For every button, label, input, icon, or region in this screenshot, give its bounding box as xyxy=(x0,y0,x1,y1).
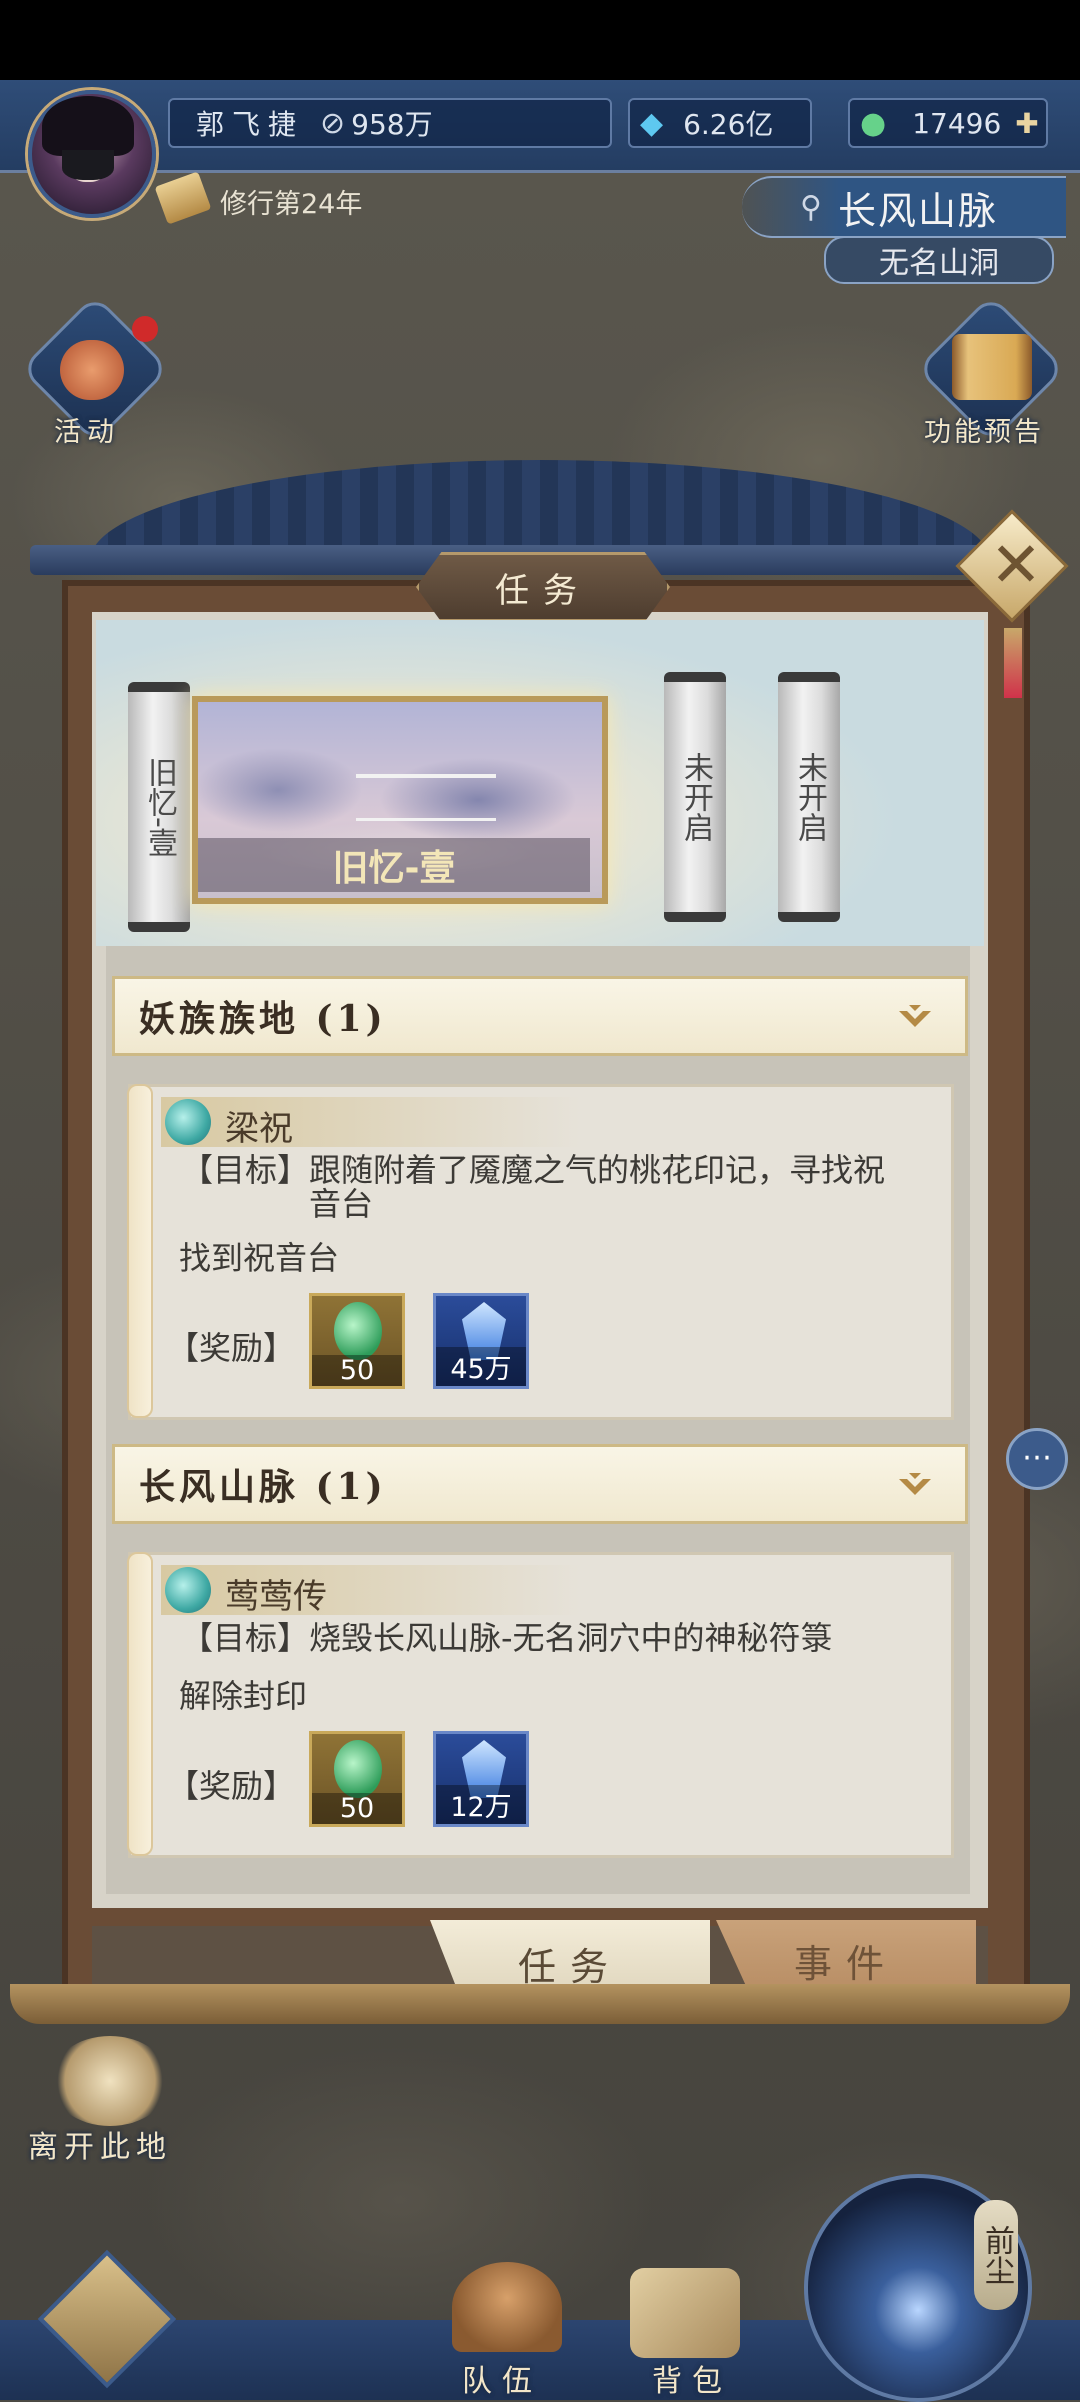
chapter-scroll-1-label: 旧忆-壹 xyxy=(142,756,177,858)
jade-value: 17496 xyxy=(912,106,1002,140)
bag-icon[interactable] xyxy=(630,2268,740,2358)
bag-label: 背包 xyxy=(652,2364,732,2399)
location-pin-icon: ⚲ xyxy=(800,189,822,225)
team-icon[interactable] xyxy=(452,2262,562,2352)
lantern-icon xyxy=(60,340,124,400)
base-beam xyxy=(10,1984,1070,2024)
quest-step: 找到祝音台 xyxy=(179,1239,340,1277)
chapter-card-label: 旧忆-壹 xyxy=(198,838,590,892)
cultivation-years: 修行第24年 xyxy=(220,189,363,220)
quest-name: 梁祝 xyxy=(225,1109,293,1149)
reward-jade[interactable]: 50 xyxy=(309,1293,405,1389)
quest-card[interactable]: 莺莺传 【目标】烧毁长风山脉-无名洞穴中的神秘符箓 解除封印 【奖励】 50 1… xyxy=(127,1552,954,1858)
chapter-scroll-1[interactable]: 旧忆-壹 xyxy=(128,682,190,932)
chevron-down-icon xyxy=(899,1005,931,1027)
location-region[interactable]: ⚲ 长风山脉 xyxy=(742,176,1066,238)
jade-icon: ● xyxy=(860,105,887,141)
reward-qty: 50 xyxy=(312,1793,402,1824)
quest-goal: 【目标】烧毁长风山脉-无名洞穴中的神秘符箓 xyxy=(181,1619,833,1657)
quest-goal: 【目标】跟随附着了魇魔之气的桃花印记，寻找祝 xyxy=(181,1151,886,1189)
crystal-icon: ◆ xyxy=(640,105,664,141)
player-name: 郭飞捷 xyxy=(196,108,305,141)
power-value: 958万 xyxy=(351,108,433,141)
card-edge xyxy=(127,1552,153,1856)
reward-qty: 12万 xyxy=(436,1785,526,1824)
quest-name-bar xyxy=(161,1097,581,1147)
jade-bar[interactable]: ● 17496 ✚ xyxy=(848,98,1048,148)
avatar-mask xyxy=(62,150,114,180)
spirit-stone-value: 6.26亿 xyxy=(683,108,774,141)
village-roofs xyxy=(356,774,496,821)
spirit-stone-bar[interactable]: ◆ 6.26亿 xyxy=(628,98,812,148)
leave-arrow-icon[interactable] xyxy=(50,2036,170,2126)
power-icon: ⊘ xyxy=(320,105,346,141)
reward-crystal[interactable]: 12万 xyxy=(433,1731,529,1827)
card-edge xyxy=(127,1084,153,1418)
reward-crystal[interactable]: 45万 xyxy=(433,1293,529,1389)
close-icon[interactable]: ✕ xyxy=(976,530,1056,600)
location-spot-label: 无名山洞 xyxy=(879,246,999,281)
leave-button[interactable]: 离开此地 xyxy=(28,2122,172,2166)
quest-card[interactable]: 梁祝 【目标】跟随附着了魇魔之气的桃花印记，寻找祝 音台 找到祝音台 【奖励】 … xyxy=(127,1084,954,1420)
chat-icon[interactable]: ⋯ xyxy=(1006,1428,1068,1490)
tassel xyxy=(1004,628,1022,698)
scroll-preview-icon xyxy=(952,334,1032,400)
location-spot[interactable]: 无名山洞 xyxy=(824,236,1054,284)
reward-qty: 45万 xyxy=(436,1347,526,1386)
player-info-bar[interactable]: 郭飞捷 ⊘ 958万 xyxy=(168,98,612,148)
location-region-label: 长风山脉 xyxy=(837,188,998,233)
reward-label: 【奖励】 xyxy=(167,1329,296,1367)
quest-name: 莺莺传 xyxy=(225,1577,327,1617)
chapter-scroll-3-label: 未开启 xyxy=(792,752,827,842)
chapter-scroll-3[interactable]: 未开启 xyxy=(778,672,840,922)
avatar-hair xyxy=(42,96,134,156)
reward-label: 【奖励】 xyxy=(167,1767,296,1805)
activity-label: 活动 xyxy=(54,417,120,448)
jade-icon xyxy=(334,1302,382,1360)
preview-label: 功能预告 xyxy=(924,417,1044,448)
quest-step: 解除封印 xyxy=(179,1677,308,1715)
category-header[interactable]: 长风山脉 (1) xyxy=(112,1444,968,1524)
category-header[interactable]: 妖族族地 (1) xyxy=(112,976,968,1056)
reward-qty: 50 xyxy=(312,1355,402,1386)
past-label[interactable]: 前尘 xyxy=(974,2200,1018,2310)
team-label: 队伍 xyxy=(462,2364,542,2399)
add-icon[interactable]: ✚ xyxy=(1015,107,1038,140)
status-bar xyxy=(0,0,1080,80)
quest-icon xyxy=(165,1567,211,1613)
jade-icon xyxy=(334,1740,382,1798)
quest-goal-cont: 音台 xyxy=(309,1185,374,1223)
category-title: 妖族族地 (1) xyxy=(139,998,387,1040)
reward-jade[interactable]: 50 xyxy=(309,1731,405,1827)
quest-name-bar xyxy=(161,1565,581,1615)
quest-icon xyxy=(165,1099,211,1145)
chevron-down-icon xyxy=(899,1473,931,1495)
chapter-scroll-2-label: 未开启 xyxy=(678,752,713,842)
chapter-scroll-2[interactable]: 未开启 xyxy=(664,672,726,922)
notification-dot xyxy=(132,316,158,342)
panel-title: 任务 xyxy=(416,552,670,622)
category-title: 长风山脉 (1) xyxy=(139,1466,387,1508)
